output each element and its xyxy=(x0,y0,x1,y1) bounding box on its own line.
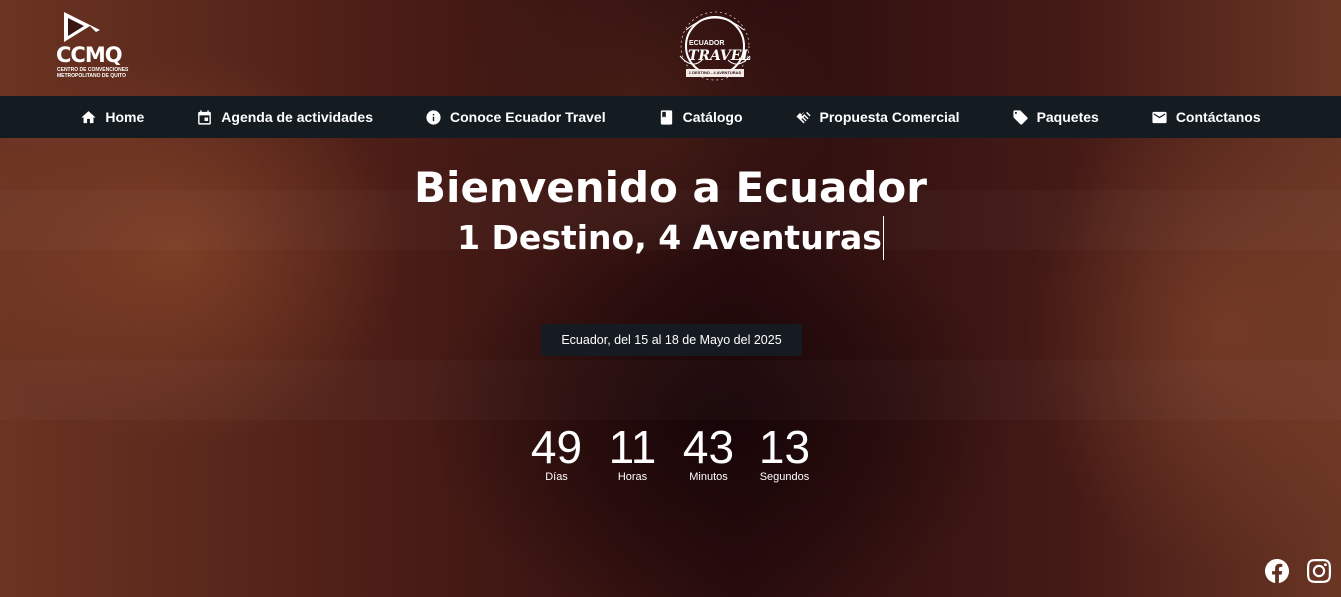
countdown-timer: 49 Días 11 Horas 43 Minutos 13 Segundos xyxy=(0,424,1341,483)
countdown-seconds: 13 Segundos xyxy=(759,424,811,483)
countdown-label: Días xyxy=(545,471,568,483)
facebook-link[interactable] xyxy=(1265,559,1289,588)
mail-icon xyxy=(1152,111,1167,123)
nav-item-label: Propuesta Comercial xyxy=(819,109,960,125)
countdown-value: 11 xyxy=(608,421,657,473)
event-date-badge: Ecuador, del 15 al 18 de Mayo del 2025 xyxy=(541,324,802,356)
nav-item-contactanos[interactable]: Contáctanos xyxy=(1125,96,1287,138)
nav-item-label: Paquetes xyxy=(1036,109,1099,125)
instagram-icon xyxy=(1307,559,1331,583)
book-icon xyxy=(660,109,672,125)
nav-item-catalogo[interactable]: Catálogo xyxy=(632,96,769,138)
countdown-label: Horas xyxy=(617,471,648,483)
site-header: CCMQ CENTRO DE CONVENCIONES METROPOLITAN… xyxy=(0,0,1341,96)
ecuador-travel-logo-tagline: 1 DESTINO - 4 AVENTURAS xyxy=(686,69,744,77)
countdown-label: Minutos xyxy=(689,471,728,483)
countdown-minutes: 43 Minutos xyxy=(683,424,735,483)
countdown-days: 49 Días xyxy=(531,424,583,483)
home-icon xyxy=(81,110,96,123)
nav-item-propuesta[interactable]: Propuesta Comercial xyxy=(769,96,986,138)
ecuador-travel-logo-line1: ECUADOR xyxy=(689,40,725,47)
hero-title: Bienvenido a Ecuador xyxy=(414,163,927,212)
social-links xyxy=(1265,559,1331,588)
ecuador-travel-logo[interactable]: ECUADOR TRAVEL 1 DESTINO - 4 AVENTURAS xyxy=(672,10,758,82)
handshake-icon xyxy=(795,111,811,123)
nav-item-label: Catálogo xyxy=(682,109,743,125)
info-icon xyxy=(426,109,441,125)
ccmq-logo[interactable]: CCMQ CENTRO DE CONVENCIONES METROPOLITAN… xyxy=(56,10,136,82)
ecuador-travel-logo-line2: TRAVEL xyxy=(688,48,752,64)
countdown-value: 49 xyxy=(530,421,583,473)
ccmq-logo-text: CCMQ xyxy=(56,43,123,67)
nav-item-label: Conoce Ecuador Travel xyxy=(450,109,606,125)
hero-subtitle-wrapper: 1 Destino, 4 Aventuras xyxy=(0,216,1341,260)
main-navbar: Home Agenda de actividades Conoce Ecuado… xyxy=(0,96,1341,138)
ccmq-mark-icon xyxy=(64,12,100,42)
nav-item-agenda[interactable]: Agenda de actividades xyxy=(170,96,399,138)
nav-item-conoce[interactable]: Conoce Ecuador Travel xyxy=(399,96,632,138)
instagram-link[interactable] xyxy=(1307,559,1331,588)
nav-item-paquetes[interactable]: Paquetes xyxy=(986,96,1125,138)
countdown-value: 13 xyxy=(758,421,811,473)
nav-item-label: Agenda de actividades xyxy=(221,109,373,125)
countdown-value: 43 xyxy=(682,421,735,473)
facebook-icon xyxy=(1265,559,1289,583)
tag-icon xyxy=(1012,109,1028,125)
nav-item-label: Home xyxy=(105,109,145,125)
hero-subtitle-typewriter: 1 Destino, 4 Aventuras xyxy=(457,216,884,260)
nav-item-label: Contáctanos xyxy=(1175,109,1261,125)
countdown-label: Segundos xyxy=(759,471,810,483)
nav-item-home[interactable]: Home xyxy=(54,96,170,138)
ccmq-logo-subtext: CENTRO DE CONVENCIONES METROPOLITANO DE … xyxy=(57,67,129,79)
calendar-icon xyxy=(198,109,212,125)
countdown-hours: 11 Horas xyxy=(607,424,659,483)
